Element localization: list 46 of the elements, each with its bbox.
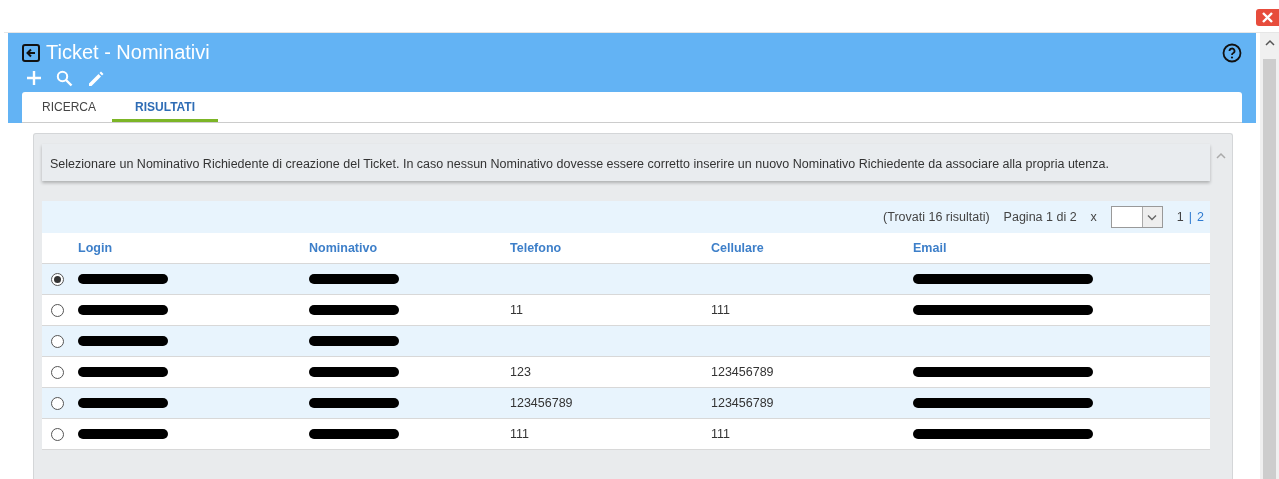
mobile-cell: 123456789 [711, 365, 774, 379]
scrollbar[interactable] [1260, 33, 1279, 479]
results-count: (Trovati 16 risultati) [883, 210, 990, 224]
page-link[interactable]: 2 [1197, 210, 1204, 224]
column-header[interactable]: Cellulare [711, 241, 764, 255]
column-header[interactable]: Telefono [510, 241, 562, 255]
table-row[interactable] [42, 264, 1210, 295]
close-icon [1262, 12, 1273, 23]
table-row[interactable]: 123 123456789 [42, 357, 1210, 388]
plus-icon [26, 70, 42, 86]
table-row[interactable]: 11 111 [42, 295, 1210, 326]
window-title: Ticket - Nominativi [46, 41, 211, 64]
radio-button[interactable] [51, 272, 64, 286]
pencil-icon [87, 70, 105, 88]
per-page-select[interactable] [1110, 206, 1163, 228]
per-page-label: x [1090, 210, 1097, 224]
column-header[interactable]: Email [913, 241, 947, 255]
table-row[interactable]: 123456789 123456789 [42, 388, 1210, 419]
radio-button[interactable] [51, 365, 64, 379]
mobile-cell: 111 [711, 427, 730, 441]
column-header[interactable]: Login [78, 241, 112, 255]
back-icon[interactable] [22, 43, 40, 62]
help-icon[interactable] [1222, 42, 1242, 63]
info-message: Selezionare un Nominativo Richiedente di creazione del Ticket. In caso nessun Nominativo dovesse essere corretto inserire un nuovo Nominativo Richiedente da associare alla propria utenza. [42, 144, 1210, 181]
phone-cell: 123 [510, 365, 531, 379]
phone-cell: 111 [510, 427, 529, 441]
page-link[interactable]: 1 [1176, 210, 1184, 224]
radio-button[interactable] [51, 427, 64, 441]
tab[interactable]: RICERCA [30, 92, 108, 122]
page-info: Pagina 1 di 2 [1003, 210, 1077, 224]
table-row[interactable] [42, 326, 1210, 357]
radio-button[interactable] [51, 334, 64, 348]
tab[interactable]: RISULTATI [112, 92, 218, 122]
radio-button[interactable] [51, 396, 64, 410]
search-icon [56, 70, 73, 87]
chevron-down-icon [1147, 213, 1158, 221]
mobile-cell: 111 [711, 303, 730, 317]
page-separator: | [1188, 210, 1193, 224]
chevron-up-icon[interactable] [1264, 39, 1275, 47]
radio-button[interactable] [51, 303, 64, 317]
column-header[interactable]: Nominativo [309, 241, 378, 255]
mobile-cell: 123456789 [711, 396, 774, 410]
table-row[interactable]: 111 111 [42, 419, 1210, 450]
phone-cell: 123456789 [510, 396, 573, 410]
close-button[interactable] [1256, 9, 1279, 26]
phone-cell: 11 [510, 303, 523, 317]
